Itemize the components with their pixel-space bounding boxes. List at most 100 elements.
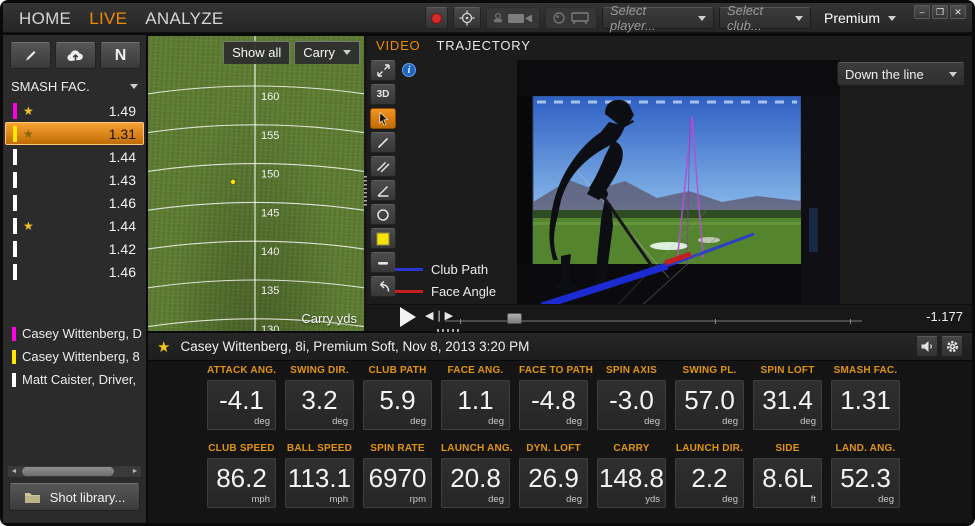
tab-video[interactable]: VIDEO [376, 38, 420, 53]
video-frame[interactable] [517, 60, 840, 310]
shot-library-button[interactable]: Shot library... [9, 483, 140, 511]
player-label: Matt Caister, Driver, [22, 372, 136, 387]
close-button[interactable]: ✕ [950, 5, 966, 19]
transport-grip-icon[interactable] [437, 329, 461, 332]
play-button[interactable] [400, 307, 416, 327]
top-bar: HOMELIVEANALYZE Select player... [3, 3, 972, 33]
settings-button[interactable] [941, 336, 963, 357]
shot-value: 1.46 [109, 264, 136, 280]
tool-angle-button[interactable] [370, 180, 396, 201]
record-button[interactable] [425, 7, 448, 29]
metric-unit: deg [488, 416, 504, 427]
metric-value-box: 148.8yds [597, 458, 666, 508]
shot-color-bar [13, 218, 17, 234]
chevron-down-icon [949, 72, 957, 77]
metric-value: 113.1 [286, 463, 353, 494]
shot-value: 1.49 [109, 103, 136, 119]
shot-row[interactable]: 1.42 [5, 237, 144, 260]
metric-unit: deg [878, 494, 894, 505]
video-legend: Club PathFace Angle [395, 262, 496, 299]
show-all-button[interactable]: Show all [223, 41, 290, 64]
topbar-tabs: HOMELIVEANALYZE [13, 6, 230, 32]
metric-unit: mph [330, 494, 348, 505]
range-metric-dropdown[interactable]: Carry [294, 41, 360, 64]
metric-label: FACE ANG. [441, 365, 510, 380]
metric-label: LAUNCH ANG. [441, 443, 510, 458]
tool-3d-button[interactable]: 3D [370, 84, 396, 105]
metric-value: 148.8 [598, 463, 665, 494]
horizontal-scrollbar[interactable]: ◄ ► [7, 465, 142, 478]
metric-value: 26.9 [520, 463, 587, 494]
player-color-bar [12, 373, 16, 387]
metric-value: 8.6L [754, 463, 821, 494]
shot-row[interactable]: ★1.31 [5, 122, 144, 145]
scrollbar-thumb[interactable] [22, 467, 114, 476]
shot-value: 1.43 [109, 172, 136, 188]
yardage-label: 155 [261, 130, 279, 142]
tracking-button[interactable] [453, 7, 481, 29]
shot-row[interactable]: 1.46 [5, 260, 144, 283]
yardage-label: 135 [261, 285, 279, 297]
shot-row[interactable]: 1.44 [5, 145, 144, 168]
projector-group[interactable] [545, 7, 597, 29]
minimize-button[interactable]: – [914, 5, 930, 19]
metric-value: -4.8 [520, 385, 587, 416]
metric-label: LAUNCH DIR. [675, 443, 744, 458]
tool-circle-button[interactable] [370, 204, 396, 225]
cloud-upload-button[interactable] [55, 42, 96, 69]
legend-row: Face Angle [395, 284, 496, 299]
tool-eraser-button[interactable] [370, 252, 396, 273]
metric-value-box: 52.3deg [831, 458, 900, 508]
tab-live[interactable]: LIVE [83, 6, 133, 32]
premium-dropdown[interactable]: Premium [816, 7, 900, 29]
shot-landing-marker[interactable] [230, 179, 235, 184]
tool-cursor-button[interactable] [370, 108, 396, 129]
tool-double-line-button[interactable] [370, 156, 396, 177]
tool-color-swatch-button[interactable] [370, 228, 396, 249]
info-icon[interactable]: i [402, 63, 416, 77]
metric-value: 5.9 [364, 385, 431, 416]
metric-tile: LAUNCH ANG.20.8deg [441, 443, 510, 508]
restore-button[interactable]: ❐ [932, 5, 948, 19]
tab-trajectory[interactable]: TRAJECTORY [436, 38, 530, 53]
shot-value: 1.42 [109, 241, 136, 257]
range-view[interactable]: 160155150145140135130 Show all Carry Car… [148, 36, 364, 331]
line-icon [376, 136, 390, 150]
shot-row[interactable]: ★1.49 [5, 99, 144, 122]
legend-line-swatch [395, 290, 423, 293]
camera-small-icon [493, 12, 503, 24]
camera-group[interactable] [486, 7, 540, 29]
tool-expand-button[interactable] [370, 60, 396, 81]
shot-row[interactable]: ★1.44 [5, 214, 144, 237]
tab-home[interactable]: HOME [13, 6, 77, 32]
metric-tile: CARRY148.8yds [597, 443, 666, 508]
metric-value-box: 8.6Lft [753, 458, 822, 508]
tab-analyze[interactable]: ANALYZE [139, 6, 229, 32]
star-icon: ★ [23, 127, 38, 141]
metric-value: 86.2 [208, 463, 275, 494]
metric-selector[interactable]: SMASH FAC. [7, 75, 142, 97]
sidebar: N SMASH FAC. ★1.49★1.311.441.431.46★1.44… [3, 35, 146, 523]
player-list-item[interactable]: Matt Caister, Driver, [5, 368, 146, 391]
shot-row[interactable]: 1.43 [5, 168, 144, 191]
scroll-left-icon[interactable]: ◄ [8, 466, 20, 477]
tool-undo-button[interactable] [370, 276, 396, 297]
player-list-item[interactable]: Casey Wittenberg, 8 [5, 345, 146, 368]
star-icon[interactable]: ★ [157, 338, 170, 356]
normalize-button[interactable]: N [100, 42, 141, 69]
tool-line-button[interactable] [370, 132, 396, 153]
select-club-dropdown[interactable]: Select club... [719, 7, 811, 29]
player-list-item[interactable]: Casey Wittenberg, D [5, 322, 146, 345]
scroll-right-icon[interactable]: ► [129, 466, 141, 477]
metric-label: SPIN LOFT [753, 365, 822, 380]
edit-button[interactable] [10, 42, 51, 69]
shot-row[interactable]: 1.46 [5, 191, 144, 214]
mute-button[interactable] [916, 336, 938, 357]
metric-tile: CLUB PATH5.9deg [363, 365, 432, 430]
select-player-dropdown[interactable]: Select player... [602, 7, 714, 29]
shot-list: ★1.49★1.311.441.431.46★1.441.421.46 [5, 99, 144, 283]
metric-value: -3.0 [598, 385, 665, 416]
video-camera-icon [507, 11, 533, 25]
video-scrubber-thumb[interactable] [507, 313, 522, 324]
camera-angle-dropdown[interactable]: Down the line [837, 62, 965, 86]
